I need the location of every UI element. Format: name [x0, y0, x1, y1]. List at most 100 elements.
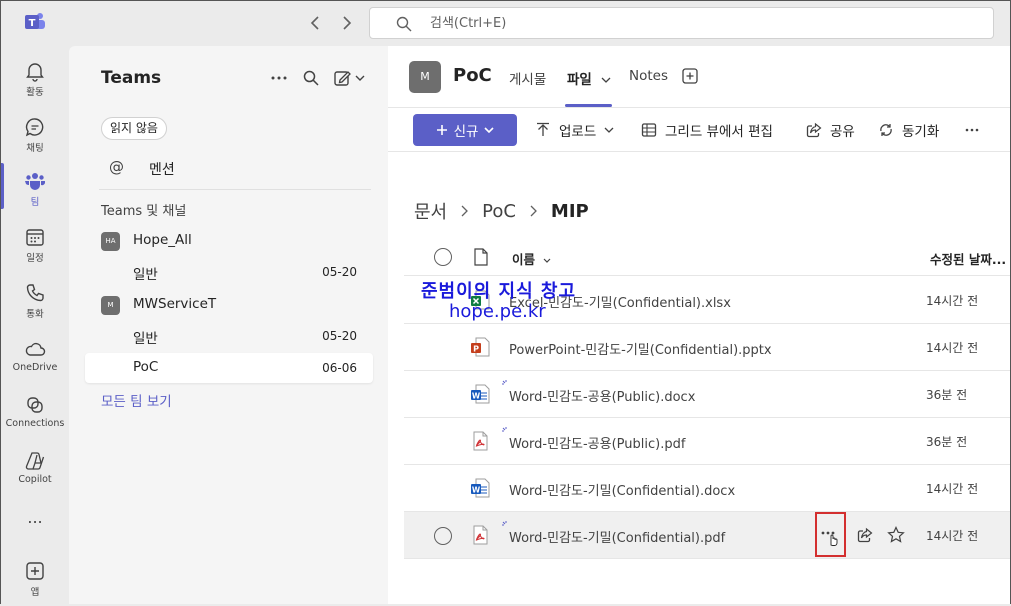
- rail-item-connections[interactable]: Connections: [1, 386, 69, 440]
- sync-icon: [878, 122, 894, 138]
- select-all-checkbox[interactable]: [434, 248, 452, 266]
- sync-button[interactable]: 동기화: [878, 120, 939, 140]
- forward-arrow-icon[interactable]: [335, 11, 359, 35]
- sync-label: 동기화: [902, 124, 940, 140]
- rail-label: 활동: [26, 87, 44, 98]
- team-item-mwservicet[interactable]: M MWServiceT: [101, 294, 371, 318]
- calendar-icon: [24, 226, 46, 248]
- rail-item-onedrive[interactable]: OneDrive: [1, 330, 69, 384]
- add-tab-icon[interactable]: [682, 68, 698, 84]
- share-icon[interactable]: [854, 524, 876, 546]
- tab-notes[interactable]: Notes: [629, 68, 668, 84]
- teams-icon: [24, 170, 46, 192]
- rail-label: 통화: [26, 309, 44, 320]
- file-name[interactable]: PowerPoint-민감도-기밀(Confidential).pptx: [509, 339, 772, 358]
- share-label: 공유: [830, 124, 855, 140]
- file-name[interactable]: Word-민감도-공용(Public).pdf: [509, 433, 685, 452]
- share-button[interactable]: 공유: [806, 120, 855, 140]
- at-sign-icon: @: [109, 158, 124, 176]
- file-list-header: 이름 수정된 날짜...: [404, 242, 1010, 276]
- tab-label: 파일: [567, 72, 592, 88]
- mentions-item[interactable]: @ 멘션: [109, 158, 389, 180]
- rail-item-apps[interactable]: 앱: [1, 552, 69, 606]
- unread-filter-button[interactable]: 읽지 않음: [101, 117, 167, 140]
- channel-item-general[interactable]: 일반 05-20: [85, 321, 373, 351]
- file-row[interactable]: W Word-민감도-기밀(Confidential).docx 14시간 전: [404, 465, 1010, 512]
- file-row[interactable]: W Word-민감도-공용(Public).docx 36분 전: [404, 371, 1010, 418]
- search-input[interactable]: [428, 13, 948, 33]
- title-bar: T: [1, 1, 1010, 46]
- main-content: M PoC 게시물 파일 Notes 신규 업로드 그리드 뷰에서 편집 공유 …: [388, 46, 1010, 604]
- channel-date: 05-20: [322, 265, 357, 279]
- file-row[interactable]: P PowerPoint-민감도-기밀(Confidential).pptx 1…: [404, 324, 1010, 371]
- file-type-icon[interactable]: [474, 248, 488, 266]
- word-file-icon: W: [470, 384, 490, 404]
- compose-icon[interactable]: [333, 68, 369, 88]
- all-teams-link[interactable]: 모든 팀 보기: [101, 390, 172, 410]
- file-row[interactable]: Word-민감도-공용(Public).pdf 36분 전: [404, 418, 1010, 465]
- star-icon[interactable]: [885, 524, 907, 546]
- row-select-checkbox[interactable]: [434, 527, 452, 545]
- grid-edit-button[interactable]: 그리드 뷰에서 편집: [641, 120, 773, 140]
- tab-posts[interactable]: 게시물: [509, 68, 546, 88]
- file-name[interactable]: Word-민감도-기밀(Confidential).docx: [509, 480, 735, 499]
- file-modified: 14시간 전: [926, 294, 979, 308]
- svg-text:T: T: [29, 18, 36, 29]
- rail-item-copilot[interactable]: Copilot: [1, 442, 69, 496]
- active-tab-indicator: [565, 104, 612, 107]
- rail-more-button[interactable]: ...: [1, 504, 69, 534]
- rail-label: OneDrive: [12, 362, 58, 373]
- section-label: Teams 및 채널: [101, 204, 187, 219]
- rail-item-calendar[interactable]: 일정: [1, 218, 69, 272]
- copilot-icon: [24, 450, 46, 472]
- file-row[interactable]: Excel-민감도-기밀(Confidential).xlsx 14시간 전: [404, 277, 1010, 324]
- upload-button[interactable]: 업로드: [535, 120, 614, 140]
- new-label: 신규: [453, 124, 479, 140]
- channel-name: 일반: [133, 331, 158, 347]
- column-modified[interactable]: 수정된 날짜...: [930, 249, 1006, 268]
- divider: [99, 189, 371, 190]
- column-name[interactable]: 이름: [512, 249, 551, 268]
- breadcrumb-item[interactable]: PoC: [482, 201, 516, 222]
- more-options-icon[interactable]: [269, 68, 289, 88]
- rail-label: Connections: [5, 418, 65, 429]
- phone-icon: [24, 282, 46, 304]
- channel-title: PoC: [453, 65, 492, 86]
- pane-title: Teams: [101, 68, 162, 88]
- team-avatar: M: [101, 296, 120, 315]
- teams-pane: Teams 읽지 않음 @ 멘션 Teams 및 채널 HA Hope_All …: [69, 46, 388, 604]
- team-name: MWServiceT: [133, 296, 217, 312]
- teams-logo-icon: T: [23, 11, 47, 33]
- file-name[interactable]: Word-민감도-기밀(Confidential).pdf: [509, 527, 725, 546]
- tab-files[interactable]: 파일: [567, 68, 611, 88]
- toolbar-more-button[interactable]: [965, 120, 979, 140]
- rail-label: 일정: [26, 253, 44, 264]
- rail-item-chat[interactable]: 채팅: [1, 108, 69, 162]
- back-arrow-icon[interactable]: [303, 11, 327, 35]
- rail-item-teams[interactable]: 팀: [1, 162, 69, 216]
- team-item-hope-all[interactable]: HA Hope_All: [101, 230, 371, 254]
- file-name[interactable]: Word-민감도-공용(Public).docx: [509, 386, 695, 405]
- bell-icon: [24, 60, 46, 82]
- search-icon[interactable]: [301, 68, 321, 88]
- file-name[interactable]: Excel-민감도-기밀(Confidential).xlsx: [509, 292, 731, 311]
- rail-item-activity[interactable]: 활동: [1, 52, 69, 106]
- upload-label: 업로드: [559, 124, 597, 140]
- search-box[interactable]: [369, 7, 994, 39]
- channel-item-general[interactable]: 일반 05-20: [85, 257, 373, 287]
- rail-item-calls[interactable]: 통화: [1, 274, 69, 328]
- more-icon: ...: [27, 508, 43, 527]
- file-modified: 36분 전: [926, 388, 968, 402]
- new-button[interactable]: 신규: [413, 114, 517, 146]
- channel-item-poc[interactable]: PoC 06-06: [85, 353, 373, 383]
- breadcrumb: 문서 PoC MIP: [414, 198, 589, 224]
- file-row[interactable]: Word-민감도-기밀(Confidential).pdf 14시간 전: [404, 512, 1010, 559]
- file-modified: 14시간 전: [926, 341, 979, 355]
- file-modified: 14시간 전: [926, 482, 979, 496]
- file-modified: 36분 전: [926, 435, 968, 449]
- more-actions-button[interactable]: [819, 524, 841, 546]
- breadcrumb-item[interactable]: 문서: [414, 198, 447, 224]
- svg-text:P: P: [473, 345, 479, 354]
- svg-text:W: W: [472, 392, 481, 401]
- chevron-down-icon: [604, 127, 614, 133]
